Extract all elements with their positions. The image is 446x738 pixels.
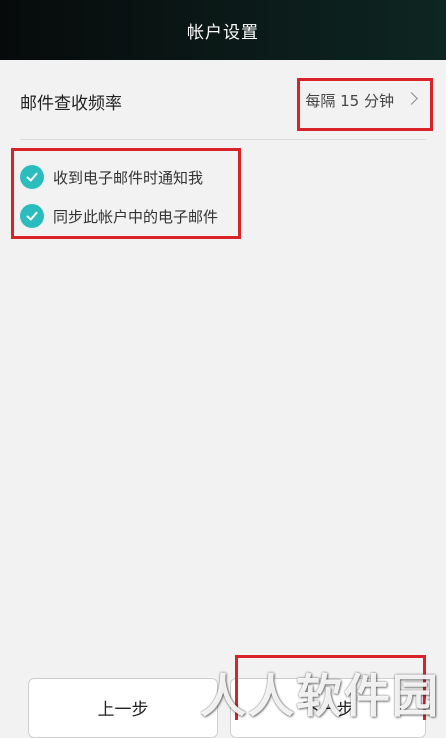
previous-button-label: 上一步 <box>97 700 149 720</box>
frequency-value: 每隔 15 分钟 <box>305 92 394 110</box>
page-title: 帐户设置 <box>187 22 259 43</box>
notify-option-label: 收到电子邮件时通知我 <box>53 168 204 187</box>
chevron-right-icon <box>405 92 418 105</box>
previous-button[interactable]: 上一步 <box>28 678 218 738</box>
mail-check-frequency-row[interactable]: 邮件查收频率 每隔 15 分钟 <box>0 60 446 140</box>
title-bar: 帐户设置 <box>0 0 446 60</box>
frequency-label: 邮件查收频率 <box>20 94 122 114</box>
sync-option-label: 同步此帐户中的电子邮件 <box>53 207 219 226</box>
divider <box>20 139 426 140</box>
checkbox-checked-icon[interactable] <box>20 204 44 228</box>
checkbox-checked-icon[interactable] <box>20 165 44 189</box>
notify-on-email-option[interactable]: 收到电子邮件时通知我 <box>20 164 203 190</box>
watermark-logo: 人人软件园 <box>200 669 440 723</box>
sync-account-email-option[interactable]: 同步此帐户中的电子邮件 <box>20 203 218 229</box>
